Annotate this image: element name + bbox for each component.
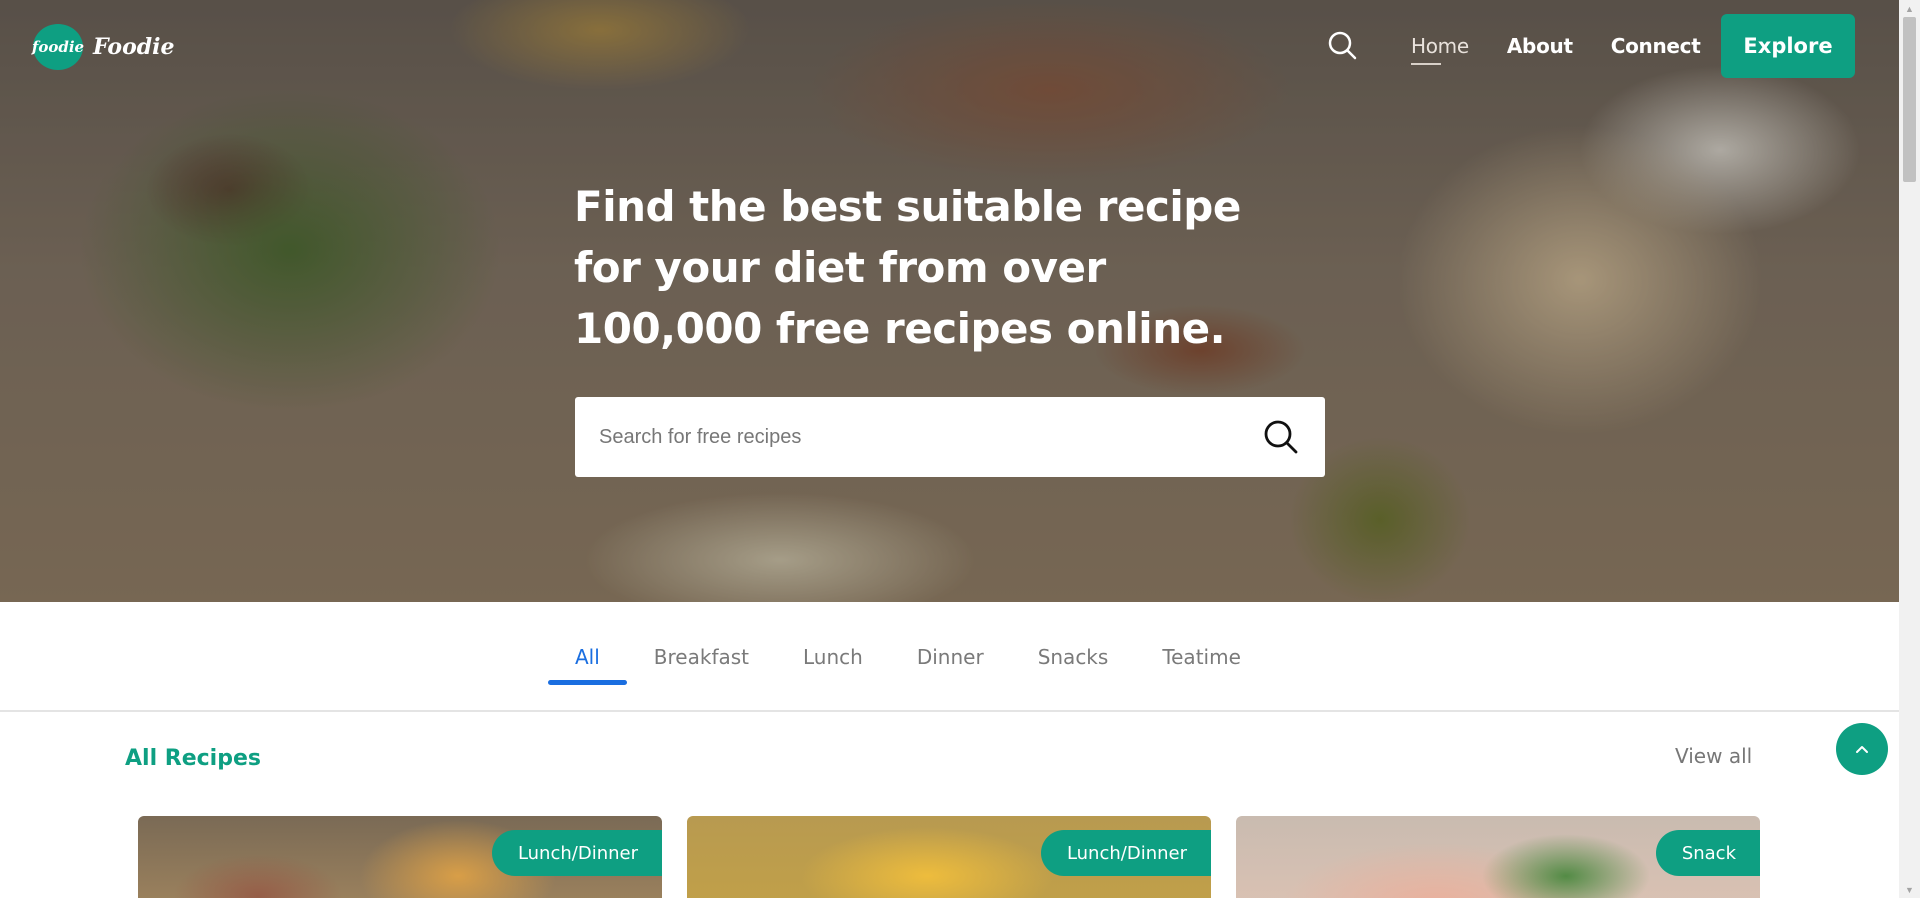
scroll-to-top-button[interactable] [1836,723,1888,775]
tab-all[interactable]: All [548,602,627,712]
recipe-category-tag: Lunch/Dinner [491,830,662,876]
main-nav: Home About Connect [1411,34,1701,65]
search-icon[interactable] [1327,30,1357,60]
brand-name: Foodie [93,34,175,60]
recipe-category-tag: Lunch/Dinner [1040,830,1211,876]
search-submit-icon[interactable] [1261,417,1301,457]
scrollbar-thumb[interactable] [1903,17,1916,182]
recipe-card[interactable]: Lunch/Dinner [138,816,662,898]
category-tabs: All Breakfast Lunch Dinner Snacks Teatim… [0,602,1899,712]
nav-home[interactable]: Home [1411,34,1469,65]
chevron-up-icon [1856,746,1868,753]
recipe-search-input[interactable] [599,425,1261,449]
recipe-cards: Lunch/Dinner Lunch/Dinner Snack [138,816,1760,898]
recipe-card[interactable]: Lunch/Dinner [687,816,1211,898]
hero-headline: Find the best suitable recipe for your d… [574,182,1241,353]
page-scrollbar[interactable]: ▲ ▼ [1899,0,1920,898]
hero-banner: foodie Foodie Home About Connect Explore… [0,0,1899,602]
recipe-card[interactable]: Snack [1236,816,1760,898]
view-all-link[interactable]: View all [1675,744,1752,768]
logo-badge: foodie [32,24,84,70]
section-title: All Recipes [125,746,261,771]
tab-teatime[interactable]: Teatime [1135,602,1268,712]
tab-breakfast[interactable]: Breakfast [627,602,776,712]
recipe-category-tag: Snack [1655,830,1760,876]
tab-lunch[interactable]: Lunch [776,602,890,712]
tab-dinner[interactable]: Dinner [890,602,1011,712]
explore-button[interactable]: Explore [1721,14,1855,78]
scroll-down-arrow-icon[interactable]: ▼ [1899,881,1920,898]
recipe-search-bar [575,397,1325,477]
brand-logo[interactable]: foodie Foodie [32,24,175,70]
nav-about[interactable]: About [1507,34,1573,58]
nav-connect[interactable]: Connect [1611,34,1701,58]
tab-snacks[interactable]: Snacks [1011,602,1136,712]
scroll-up-arrow-icon[interactable]: ▲ [1899,0,1920,17]
